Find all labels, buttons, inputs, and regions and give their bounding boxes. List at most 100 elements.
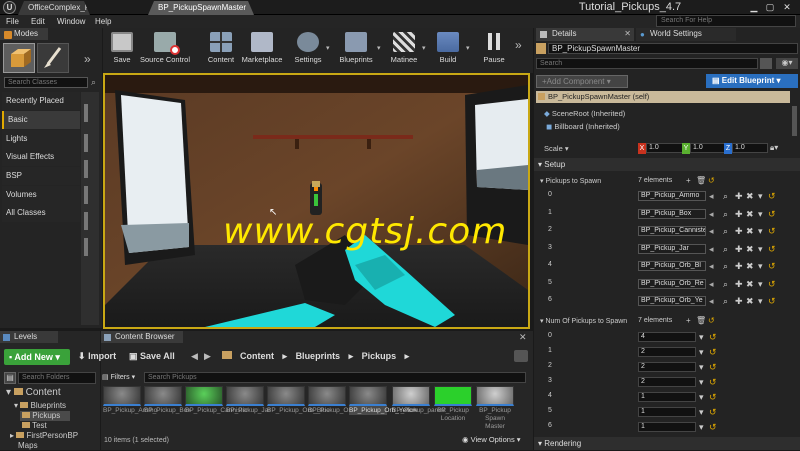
clear-element-icon[interactable]: ✖ [746,191,754,201]
details-search-input[interactable]: Search [536,58,758,69]
asset-tile[interactable]: BP_Pickup Location [434,386,472,423]
asset-tile[interactable]: BP_Pickup_Orb_Blue [267,386,330,415]
eye-visibility-icon[interactable]: ◉▾ [776,58,798,69]
use-selected-icon[interactable]: ◂ [709,226,714,236]
marketplace-button[interactable]: Marketplace [240,30,284,70]
asset-tile[interactable]: BP_Pickup_parent [392,386,446,415]
asset-tile[interactable]: BP_Pickup_Cannister [185,386,248,415]
element-options-icon[interactable]: ▾ [758,296,763,306]
clear-element-icon[interactable]: ✖ [746,261,754,271]
asset-search-input[interactable]: Search Pickups [144,372,526,383]
tree-test[interactable]: Test [22,421,47,431]
num-reset-icon[interactable]: ↺ [709,362,717,372]
menu-window[interactable]: Window [57,15,85,28]
num-value-field[interactable]: 1 [638,407,696,417]
pickup-class-dropdown[interactable]: BP_Pickup_Orb_Bl [638,261,706,271]
tree-firstpersonbp[interactable]: ▸ FirstPersonBP [10,431,78,441]
num-value-field[interactable]: 2 [638,362,696,372]
num-value-field[interactable]: 2 [638,377,696,387]
num-reset-icon[interactable]: ↺ [709,377,717,387]
add-element-icon[interactable]: ✚ [735,279,743,289]
world-settings-tab[interactable]: ● World Settings [636,28,736,41]
pickups-to-spawn-label[interactable]: ▾ Pickups to Spawn [540,177,601,185]
num-options-icon[interactable]: ▾ [699,362,704,372]
menu-file[interactable]: File [6,15,19,28]
pickup-class-dropdown[interactable]: BP_Pickup_Jar [638,243,706,254]
num-value-field[interactable]: 1 [638,392,696,402]
breadcrumb-pickups[interactable]: Pickups [362,351,397,361]
filters-button[interactable]: ▤ Filters ▾ [102,372,142,384]
clear-element-icon[interactable]: ✖ [746,226,754,236]
scale-z-field[interactable]: 1.0 [732,143,768,153]
browse-icon[interactable]: ⌕ [723,226,728,236]
num-value-field[interactable]: 1 [638,422,696,432]
close-content-browser-icon[interactable]: ✕ [519,332,527,343]
pickup-class-dropdown[interactable]: BP_Pickup_Orb_Re [638,278,706,289]
details-tab[interactable]: Details ✕ [536,28,634,41]
use-selected-icon[interactable]: ◂ [709,191,714,201]
asset-tile[interactable]: BP_Pickup_Box [144,386,191,415]
category-recently-placed[interactable]: Recently Placed [2,92,80,110]
scale-x-field[interactable]: 1.0 [646,143,684,153]
element-reset-icon[interactable]: ↺ [768,261,776,271]
help-search-input[interactable]: Search For Help [656,15,796,27]
browse-icon[interactable]: ⌕ [723,279,728,289]
num-options-icon[interactable]: ▾ [699,422,704,432]
maximize-icon[interactable]: ▢ [764,1,776,13]
element-reset-icon[interactable]: ↺ [768,209,776,219]
num-value-field[interactable]: 4 [638,332,696,342]
num-reset-icon[interactable]: ↺ [709,392,717,402]
element-options-icon[interactable]: ▾ [758,244,763,254]
use-selected-icon[interactable]: ◂ [709,244,714,254]
tab-officecomplex[interactable]: OfficeComplex_P [18,1,90,15]
category-lights[interactable]: Lights [2,130,80,148]
pickup-class-dropdown[interactable]: BP_Pickup_Orb_Ye [638,296,706,306]
num-options-icon[interactable]: ▾ [699,407,704,417]
use-selected-icon[interactable]: ◂ [709,279,714,289]
element-options-icon[interactable]: ▾ [758,226,763,236]
element-options-icon[interactable]: ▾ [758,261,763,271]
add-new-button[interactable]: ▪ Add New ▾ [4,349,70,365]
folder-search-input[interactable]: Search Folders [18,372,96,384]
use-selected-icon[interactable]: ◂ [709,261,714,271]
settings-button[interactable]: Settings [288,30,328,70]
element-reset-icon[interactable]: ↺ [768,279,776,289]
back-icon[interactable]: ◀ [191,351,198,362]
asset-tile[interactable]: BP_Pickup_Orb_Red [308,386,370,415]
build-dropdown-icon[interactable]: ▾ [466,44,470,52]
tree-blueprints[interactable]: ▾ Blueprints [14,401,66,411]
menu-edit[interactable]: Edit [31,15,45,28]
breadcrumb-content[interactable]: Content [240,351,274,361]
matinee-button[interactable]: Matinee [384,30,424,70]
add-element-icon[interactable]: ✚ [735,244,743,254]
component-self[interactable]: BP_PickupSpawnMaster (self) [536,91,790,103]
category-basic[interactable]: Basic [2,111,80,129]
asset-tile[interactable]: BP_Pickup_Jar [226,386,270,415]
browse-icon[interactable]: ⌕ [723,209,728,219]
scale-y-field[interactable]: 1.0 [690,143,728,153]
use-selected-icon[interactable]: ◂ [709,209,714,219]
clear-element-icon[interactable]: ✖ [746,244,754,254]
view-options-button[interactable]: ◉ View Options ▾ [462,435,521,444]
pause-button[interactable]: Pause [474,30,514,70]
category-volumes[interactable]: Volumes [2,186,80,204]
use-selected-icon[interactable]: ◂ [709,296,714,306]
num-array-clear-icon[interactable]: 🗑︎ [696,316,706,325]
more-toolbar-icon[interactable]: » [515,38,522,52]
lock-scale-icon[interactable]: 🔒︎▾ [770,143,778,153]
history-lock-icon[interactable] [514,350,528,362]
save-all-button[interactable]: ▣ Save All [129,351,175,362]
tree-content[interactable]: ▾ Content [6,388,61,398]
tree-pickups[interactable]: Pickups [22,411,60,421]
save-button[interactable]: Save [102,30,142,70]
import-button[interactable]: ⬇ Import [78,351,116,362]
add-component-button[interactable]: +Add Component ▾ [536,75,628,88]
class-search-input[interactable]: Search Classes [4,77,88,88]
pickups-reset-icon[interactable]: ↺ [708,176,715,185]
breadcrumb-blueprints[interactable]: Blueprints [296,351,341,361]
num-reset-icon[interactable]: ↺ [709,332,717,342]
category-all-classes[interactable]: All Classes [2,204,80,222]
num-options-icon[interactable]: ▾ [699,347,704,357]
add-element-icon[interactable]: ✚ [735,191,743,201]
settings-dropdown-icon[interactable]: ▾ [326,44,330,52]
